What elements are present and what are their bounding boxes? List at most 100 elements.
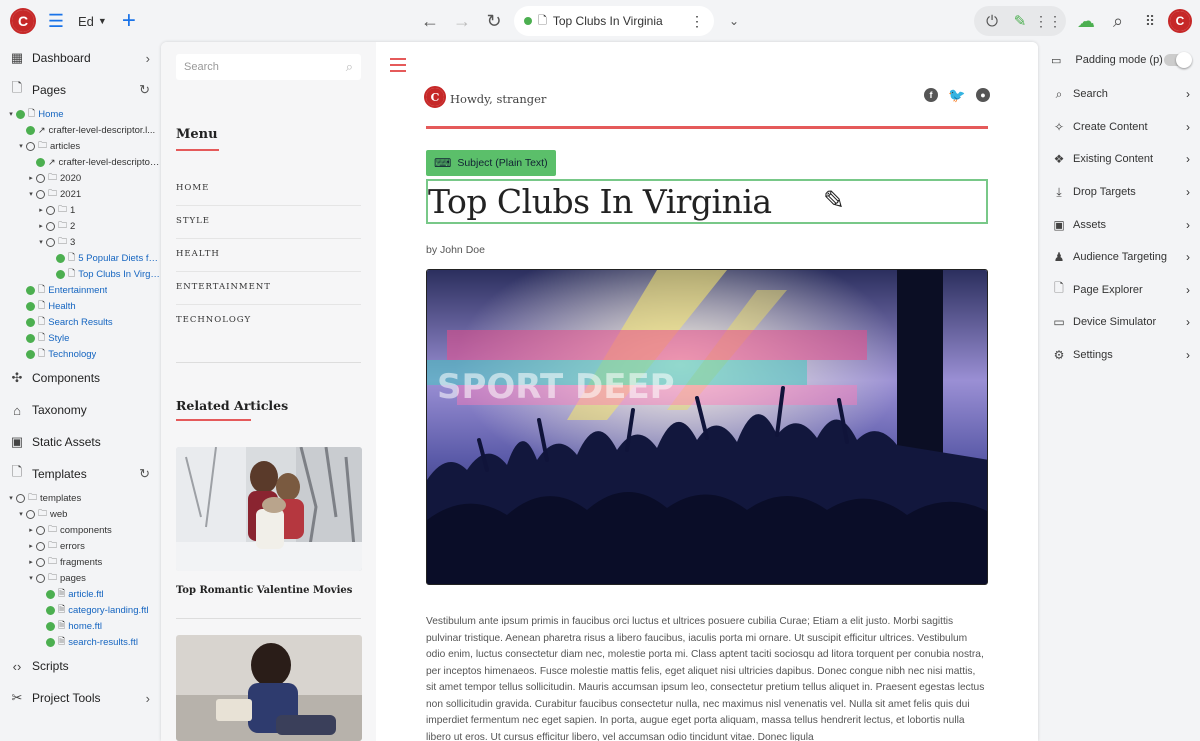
- sidebar-item-dashboard[interactable]: ▦ Dashboard ›: [0, 42, 160, 74]
- hero-image[interactable]: SPORT DEEP: [426, 269, 988, 585]
- menu-item-entertainment[interactable]: ENTERTAINMENT: [176, 272, 361, 305]
- expand-more-icon[interactable]: ▸: [26, 558, 36, 566]
- chevron-right-icon[interactable]: ›: [146, 51, 150, 66]
- crafter-logo-icon[interactable]: C: [10, 8, 36, 34]
- crafter-cms-logo-icon[interactable]: C: [1168, 9, 1192, 33]
- tree-item[interactable]: ▾ 🗀 3: [0, 234, 160, 250]
- related-article-image[interactable]: [176, 635, 362, 741]
- tree-item[interactable]: ▾ 🗀 pages: [0, 570, 160, 586]
- chevron-down-icon[interactable]: ⌄: [722, 9, 746, 33]
- site-search-input[interactable]: Search ⌕: [176, 54, 361, 80]
- menu-item-home[interactable]: HOME: [176, 173, 361, 206]
- menu-item-technology[interactable]: TECHNOLOGY: [176, 305, 361, 338]
- power-icon[interactable]: ⏻: [980, 9, 1004, 33]
- sidebar-item-project-tools[interactable]: ✂ Project Tools ›: [0, 682, 160, 714]
- sidebar-item-label: Scripts: [32, 659, 69, 673]
- tools-item-assets[interactable]: ▣ Assets ›: [1041, 208, 1200, 241]
- menu-item-style[interactable]: STYLE: [176, 206, 361, 239]
- tree-item[interactable]: ▸ 🗀 fragments: [0, 554, 160, 570]
- tree-item[interactable]: 🗎 article.ftl: [0, 586, 160, 602]
- tools-item-search[interactable]: ⌕ Search ›: [1041, 78, 1200, 111]
- more-vert-icon[interactable]: ⋮: [690, 13, 704, 30]
- refresh-icon[interactable]: ↻: [482, 9, 506, 33]
- refresh-icon[interactable]: ↻: [139, 82, 150, 98]
- forward-icon[interactable]: →: [450, 9, 474, 33]
- search-icon[interactable]: ⌕: [1106, 9, 1130, 33]
- pencil-icon[interactable]: ✎: [1008, 9, 1032, 33]
- expand-more-icon[interactable]: ▸: [26, 542, 36, 550]
- tree-item[interactable]: 🗎 home.ftl: [0, 618, 160, 634]
- tree-item[interactable]: ▸ 🗀 2020: [0, 170, 160, 186]
- site-logo-icon[interactable]: C: [424, 86, 446, 108]
- edit-mode-toggle[interactable]: ⏻ ✎ ⋮⋮: [974, 6, 1066, 36]
- tree-item[interactable]: 🗋 Top Clubs In Virginia: [0, 266, 160, 282]
- tree-item[interactable]: ▾ 🗀 web: [0, 506, 160, 522]
- tools-item-settings[interactable]: ⚙ Settings ›: [1041, 339, 1200, 372]
- sidebar-item-templates[interactable]: 🗋 Templates ↻: [0, 458, 160, 490]
- drag-handle-icon[interactable]: ⋮⋮: [1034, 9, 1062, 33]
- tree-item[interactable]: ▸ 🗀 components: [0, 522, 160, 538]
- expand-less-icon[interactable]: ▾: [36, 238, 46, 246]
- expand-more-icon[interactable]: ▸: [36, 206, 46, 214]
- apps-icon[interactable]: ⠿: [1138, 9, 1162, 33]
- tools-item-drop-targets[interactable]: ⤓ Drop Targets ›: [1041, 176, 1200, 209]
- tree-item[interactable]: ▸ 🗀 1: [0, 202, 160, 218]
- tree-item[interactable]: 🗎 category-landing.ftl: [0, 602, 160, 618]
- sidebar-item-pages[interactable]: 🗋 Pages ↻: [0, 74, 160, 106]
- menu-item-health[interactable]: HEALTH: [176, 239, 361, 272]
- tree-item-label: pages: [60, 572, 86, 584]
- tree-item[interactable]: 🗋 Style: [0, 330, 160, 346]
- tree-item[interactable]: 🗋 5 Popular Diets for...: [0, 250, 160, 266]
- tools-item-audience-targeting[interactable]: ♟ Audience Targeting ›: [1041, 241, 1200, 274]
- related-article-title[interactable]: Top Romantic Valentine Movies: [176, 585, 352, 596]
- hamburger-menu-icon[interactable]: [390, 58, 406, 76]
- expand-less-icon[interactable]: ▾: [6, 110, 16, 118]
- tree-item[interactable]: 🗎 search-results.ftl: [0, 634, 160, 650]
- facebook-icon[interactable]: f: [924, 88, 938, 102]
- article-title[interactable]: Top Clubs In Virginia: [428, 182, 772, 221]
- tree-item[interactable]: 🗋 Technology: [0, 346, 160, 362]
- chevron-right-icon[interactable]: ›: [146, 691, 150, 706]
- tree-item[interactable]: ▸ 🗀 2: [0, 218, 160, 234]
- sidebar-item-components[interactable]: ✣ Components: [0, 362, 160, 394]
- back-icon[interactable]: ←: [418, 9, 442, 33]
- expand-less-icon[interactable]: ▾: [16, 510, 26, 518]
- cloud-upload-icon[interactable]: ☁: [1074, 9, 1098, 33]
- related-article-image[interactable]: [176, 447, 362, 571]
- address-bar[interactable]: 🗋 Top Clubs In Virginia ⋮: [514, 6, 714, 36]
- expand-less-icon[interactable]: ▾: [16, 142, 26, 150]
- expand-less-icon[interactable]: ▾: [6, 494, 16, 502]
- tree-item[interactable]: ▾ 🗀 2021: [0, 186, 160, 202]
- tools-item-create-content[interactable]: ✧ Create Content ›: [1041, 111, 1200, 144]
- tools-item-page-explorer[interactable]: 🗋 Page Explorer ›: [1041, 274, 1200, 307]
- tree-item[interactable]: ▾ 🗋 Home: [0, 106, 160, 122]
- expand-more-icon[interactable]: ▸: [26, 526, 36, 534]
- github-icon[interactable]: ●: [976, 88, 990, 102]
- add-icon[interactable]: +: [117, 7, 141, 34]
- tree-item[interactable]: ▾ 🗀 templates: [0, 490, 160, 506]
- menu-icon[interactable]: ☰: [44, 9, 68, 33]
- tools-item-device-simulator[interactable]: ▭ Device Simulator ›: [1041, 306, 1200, 339]
- sidebar-item-taxonomy[interactable]: ⌂ Taxonomy: [0, 394, 160, 426]
- expand-less-icon[interactable]: ▾: [26, 190, 36, 198]
- padding-mode-switch[interactable]: [1164, 52, 1192, 68]
- sidebar-item-scripts[interactable]: ‹› Scripts: [0, 650, 160, 682]
- search-icon[interactable]: ⌕: [346, 59, 353, 75]
- tree-item[interactable]: 🗋 Search Results: [0, 314, 160, 330]
- tree-item[interactable]: ▸ 🗀 errors: [0, 538, 160, 554]
- tree-item[interactable]: 🗋 Health: [0, 298, 160, 314]
- site-selector[interactable]: Ed ▼: [78, 14, 107, 29]
- expand-less-icon[interactable]: ▾: [26, 574, 36, 582]
- tools-item-existing-content[interactable]: ❖ Existing Content ›: [1041, 143, 1200, 176]
- editable-title-field[interactable]: Top Clubs In Virginia ✎: [426, 179, 988, 224]
- tree-item[interactable]: ▾ 🗀 articles: [0, 138, 160, 154]
- tree-item[interactable]: ↗ crafter-level-descriptor...: [0, 154, 160, 170]
- twitter-icon[interactable]: 🐦: [948, 87, 965, 103]
- sidebar-item-static-assets[interactable]: ▣ Static Assets: [0, 426, 160, 458]
- tree-item[interactable]: ↗ crafter-level-descriptor.l...: [0, 122, 160, 138]
- expand-more-icon[interactable]: ▸: [26, 174, 36, 182]
- tree-item[interactable]: 🗋 Entertainment: [0, 282, 160, 298]
- padding-mode-toggle[interactable]: ▭ Padding mode (p): [1041, 42, 1200, 78]
- expand-more-icon[interactable]: ▸: [36, 222, 46, 230]
- refresh-icon[interactable]: ↻: [139, 466, 150, 482]
